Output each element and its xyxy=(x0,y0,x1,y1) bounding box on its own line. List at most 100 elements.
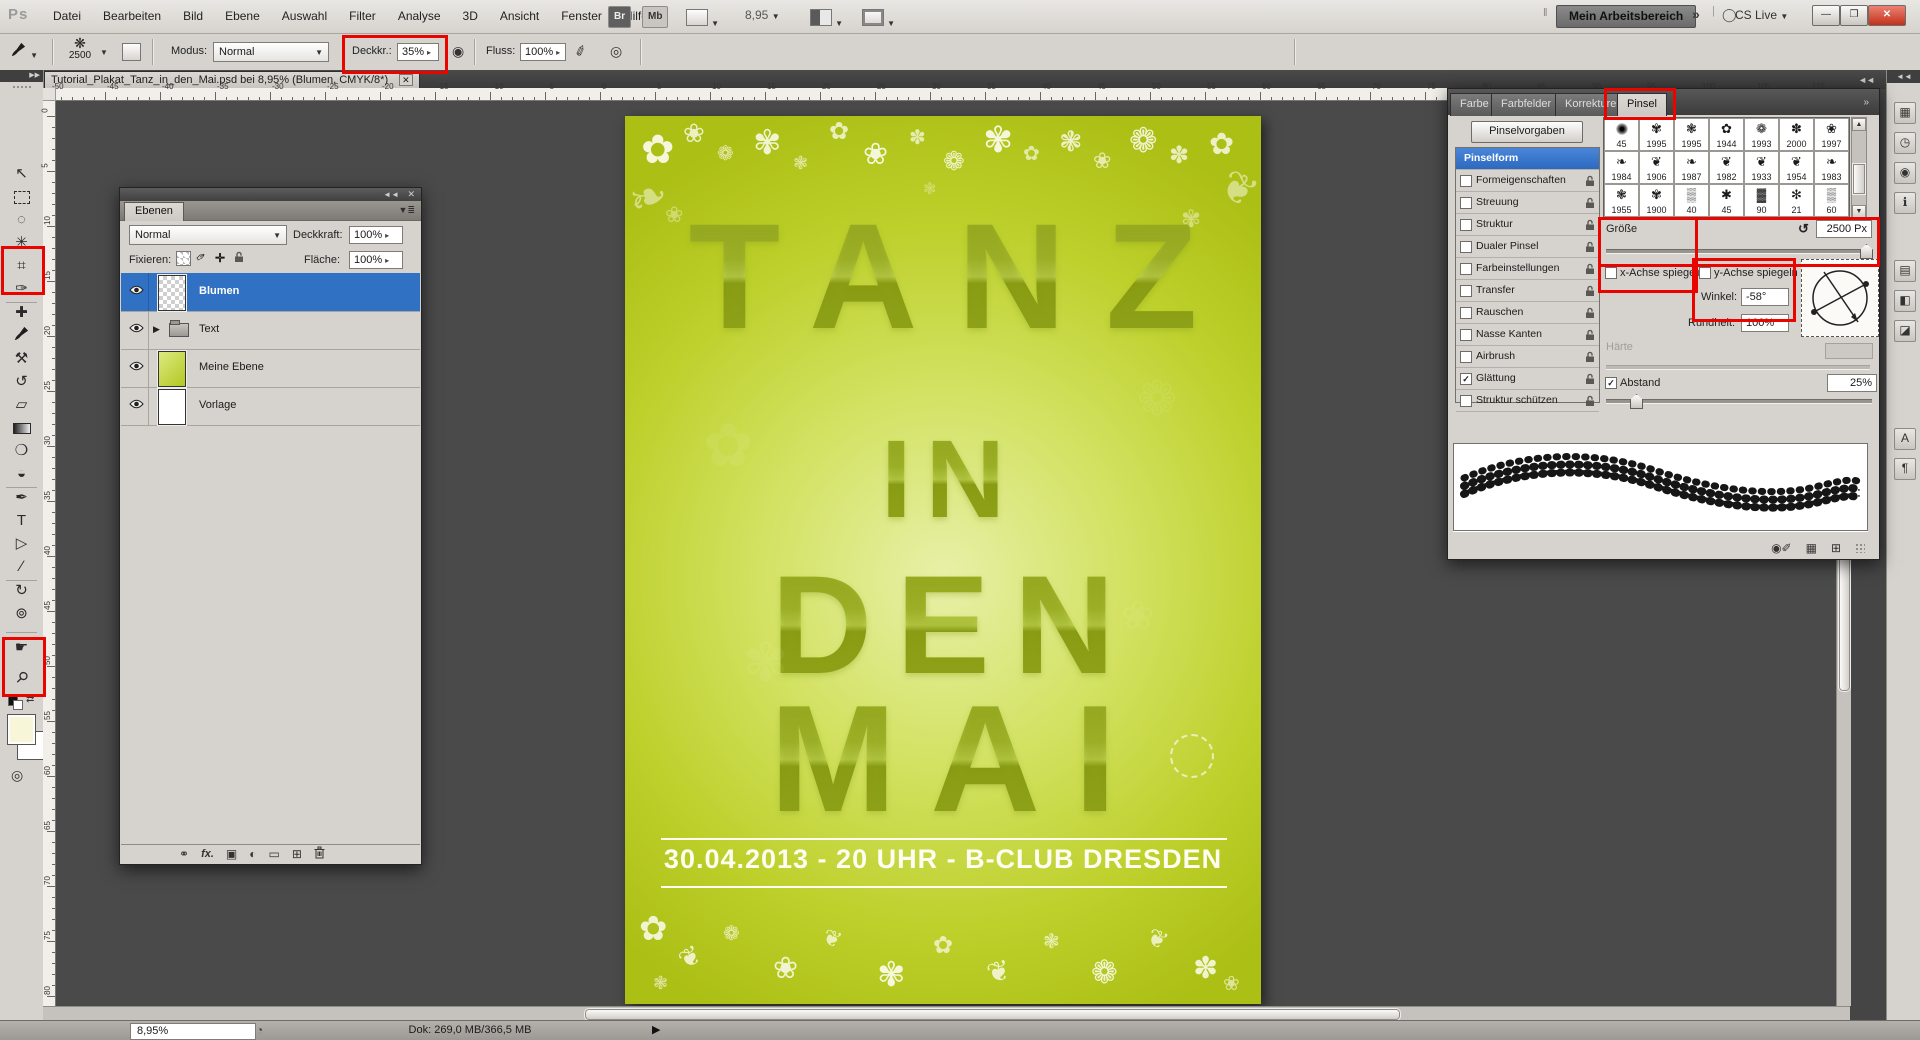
canvas-document[interactable]: TANZ IN DEN MAI 30.04.2013 - 20 UHR - B-… xyxy=(625,116,1261,1004)
tab-farbfelder[interactable]: Farbfelder xyxy=(1491,93,1561,116)
menu-bearbeiten[interactable]: Bearbeiten xyxy=(92,0,172,33)
layer-visibility-icon[interactable] xyxy=(125,311,149,349)
brush-tip-1944[interactable]: ✿1944 xyxy=(1709,118,1744,151)
cs-live-button[interactable]: CS Live ▼ xyxy=(1735,8,1788,22)
section-checkbox[interactable] xyxy=(1460,241,1472,253)
layer-visibility-icon[interactable] xyxy=(125,387,149,425)
paths-panel-icon[interactable]: ◧ xyxy=(1894,290,1916,312)
eyedropper-tool[interactable]: ✑ xyxy=(7,278,36,300)
character-panel-icon[interactable]: A xyxy=(1894,428,1916,450)
new-brush-icon[interactable]: ⊞ xyxy=(1831,541,1841,555)
zoom-level-widget[interactable]: 8,95 ▼ xyxy=(745,8,780,22)
brush-section-transfer[interactable]: Transfer xyxy=(1456,280,1599,302)
brush-tip-1900[interactable]: ✾1900 xyxy=(1639,184,1674,217)
info-panel-icon[interactable]: ℹ xyxy=(1894,192,1916,214)
flaeche-input[interactable]: 100%▸ xyxy=(349,251,403,269)
section-checkbox[interactable] xyxy=(1460,197,1472,209)
brush-tip-1993[interactable]: ❁1993 xyxy=(1744,118,1779,151)
brush-tip-1983[interactable]: ❧1983 xyxy=(1814,151,1849,184)
tab-close-icon[interactable]: ✕ xyxy=(399,74,413,86)
layer-visibility-icon[interactable] xyxy=(125,349,149,387)
history-brush-tool[interactable]: ↺ xyxy=(7,371,36,393)
layer-style-icon[interactable]: fx. xyxy=(201,848,214,860)
panel-resize-grip[interactable] xyxy=(1855,543,1865,553)
lock-position-icon[interactable]: ✛ xyxy=(215,251,225,265)
clone-stamp-tool[interactable]: ⚒ xyxy=(7,348,36,370)
tablet-opacity-icon[interactable]: ◉ xyxy=(452,43,464,60)
layer-thumbnail[interactable] xyxy=(158,275,186,311)
brush-tip-21[interactable]: ✻21 xyxy=(1779,184,1814,217)
close-button[interactable]: ✕ xyxy=(1868,5,1906,26)
arrange-documents-icon[interactable]: ▼ xyxy=(810,9,843,29)
preset-manager-icon[interactable]: ▦ xyxy=(1806,541,1817,555)
brush-section-glättung[interactable]: ✓Glättung xyxy=(1456,368,1599,390)
masks-panel-icon[interactable]: ◪ xyxy=(1894,320,1916,342)
layer-row-vorlage[interactable]: Vorlage xyxy=(121,387,420,426)
pen-tool[interactable]: ✒ xyxy=(7,487,36,509)
lasso-tool[interactable]: ◌ xyxy=(7,209,36,231)
deckkr-input[interactable]: 35%▸ xyxy=(397,43,439,61)
new-group-icon[interactable]: ▭ xyxy=(269,847,280,861)
brush-tip-1995[interactable]: ✾1995 xyxy=(1639,118,1674,151)
brush-section-dualer-pinsel[interactable]: Dualer Pinsel xyxy=(1456,236,1599,258)
status-zoom-input[interactable]: 8,95% xyxy=(130,1023,256,1040)
blend-mode-dropdown[interactable]: Normal▼ xyxy=(129,225,287,245)
workspace-button[interactable]: Mein Arbeitsbereich xyxy=(1556,5,1696,28)
workspace-overflow-chevron[interactable]: » xyxy=(1692,6,1700,22)
scroll-down-icon[interactable]: ▼ xyxy=(1852,205,1866,218)
menu-3d[interactable]: 3D xyxy=(452,0,489,33)
brush-tip-1984[interactable]: ❧1984 xyxy=(1604,151,1639,184)
menu-bild[interactable]: Bild xyxy=(172,0,214,33)
brush-tip-1987[interactable]: ❧1987 xyxy=(1674,151,1709,184)
gradient-tool[interactable] xyxy=(7,417,36,439)
dodge-tool[interactable]: ◒ xyxy=(7,463,36,485)
status-menu-arrow-icon[interactable]: ▶ xyxy=(652,1023,660,1036)
brush-angle-widget[interactable] xyxy=(1801,259,1879,337)
healing-brush-tool[interactable]: ✚ xyxy=(7,302,36,324)
paragraph-panel-icon[interactable]: ¶ xyxy=(1894,458,1916,480)
rundheit-input[interactable]: 100% xyxy=(1741,314,1789,332)
toggle-brush-panel-icon[interactable] xyxy=(122,43,141,61)
x-flip-checkbox[interactable] xyxy=(1605,267,1617,279)
brush-tip-2000[interactable]: ✽2000 xyxy=(1779,118,1814,151)
brush-tip-1954[interactable]: ❦1954 xyxy=(1779,151,1814,184)
lock-transparency-icon[interactable] xyxy=(176,251,191,266)
marquee-tool[interactable] xyxy=(7,186,36,208)
rotate-3d-tool[interactable]: ↻ xyxy=(7,580,36,602)
section-checkbox[interactable] xyxy=(1460,219,1472,231)
menu-ansicht[interactable]: Ansicht xyxy=(489,0,550,33)
section-lock-icon[interactable] xyxy=(1585,394,1595,415)
crop-tool[interactable]: ⌗ xyxy=(7,255,36,277)
brush-section-streuung[interactable]: Streuung xyxy=(1456,192,1599,214)
collapse-panels-icon[interactable]: ◄◄ xyxy=(1858,75,1874,85)
section-checkbox[interactable]: ✓ xyxy=(1460,373,1472,385)
winkel-input[interactable]: -58° xyxy=(1741,288,1789,306)
layer-visibility-icon[interactable] xyxy=(125,273,149,311)
tab-pinsel[interactable]: Pinsel xyxy=(1617,93,1667,116)
adjustment-layer-icon[interactable]: ◐ xyxy=(249,847,256,861)
navigator-panel-icon[interactable]: ▦ xyxy=(1894,102,1916,124)
magic-wand-tool[interactable]: ✳ xyxy=(7,232,36,254)
history-panel-icon[interactable]: ◷ xyxy=(1894,132,1916,154)
toolbar-grip[interactable] xyxy=(12,85,31,89)
brush-tip-90[interactable]: ▓90 xyxy=(1744,184,1779,217)
lock-all-icon[interactable] xyxy=(234,251,244,266)
brush-grid-scrollbar[interactable]: ▲ ▼ xyxy=(1851,117,1867,219)
section-checkbox[interactable] xyxy=(1460,351,1472,363)
launch-mini-bridge-button[interactable]: Mb xyxy=(642,6,668,28)
layers-panel-titlebar[interactable]: ◄◄ ✕ xyxy=(120,188,421,201)
orbit-3d-tool[interactable]: ⊚ xyxy=(7,603,36,625)
line-tool[interactable]: ∕ xyxy=(7,556,36,578)
horizontal-scrollbar[interactable] xyxy=(43,1006,1850,1021)
brush-tip-1933[interactable]: ❦1933 xyxy=(1744,151,1779,184)
abstand-slider-thumb[interactable] xyxy=(1630,394,1643,409)
brush-section-struktur[interactable]: Struktur xyxy=(1456,214,1599,236)
move-tool[interactable]: ↖ xyxy=(7,163,36,185)
live-tip-preview-icon[interactable]: ◉✐ xyxy=(1771,541,1792,555)
path-selection-tool[interactable]: ▷ xyxy=(7,533,36,555)
launch-bridge-button[interactable]: Br xyxy=(608,6,631,28)
menu-datei[interactable]: Datei xyxy=(42,0,92,33)
quick-mask-icon[interactable]: ◎ xyxy=(11,767,23,784)
layers-panel-menu-icon[interactable]: ▼≣ xyxy=(399,205,415,216)
default-colors-icon[interactable] xyxy=(8,696,22,708)
